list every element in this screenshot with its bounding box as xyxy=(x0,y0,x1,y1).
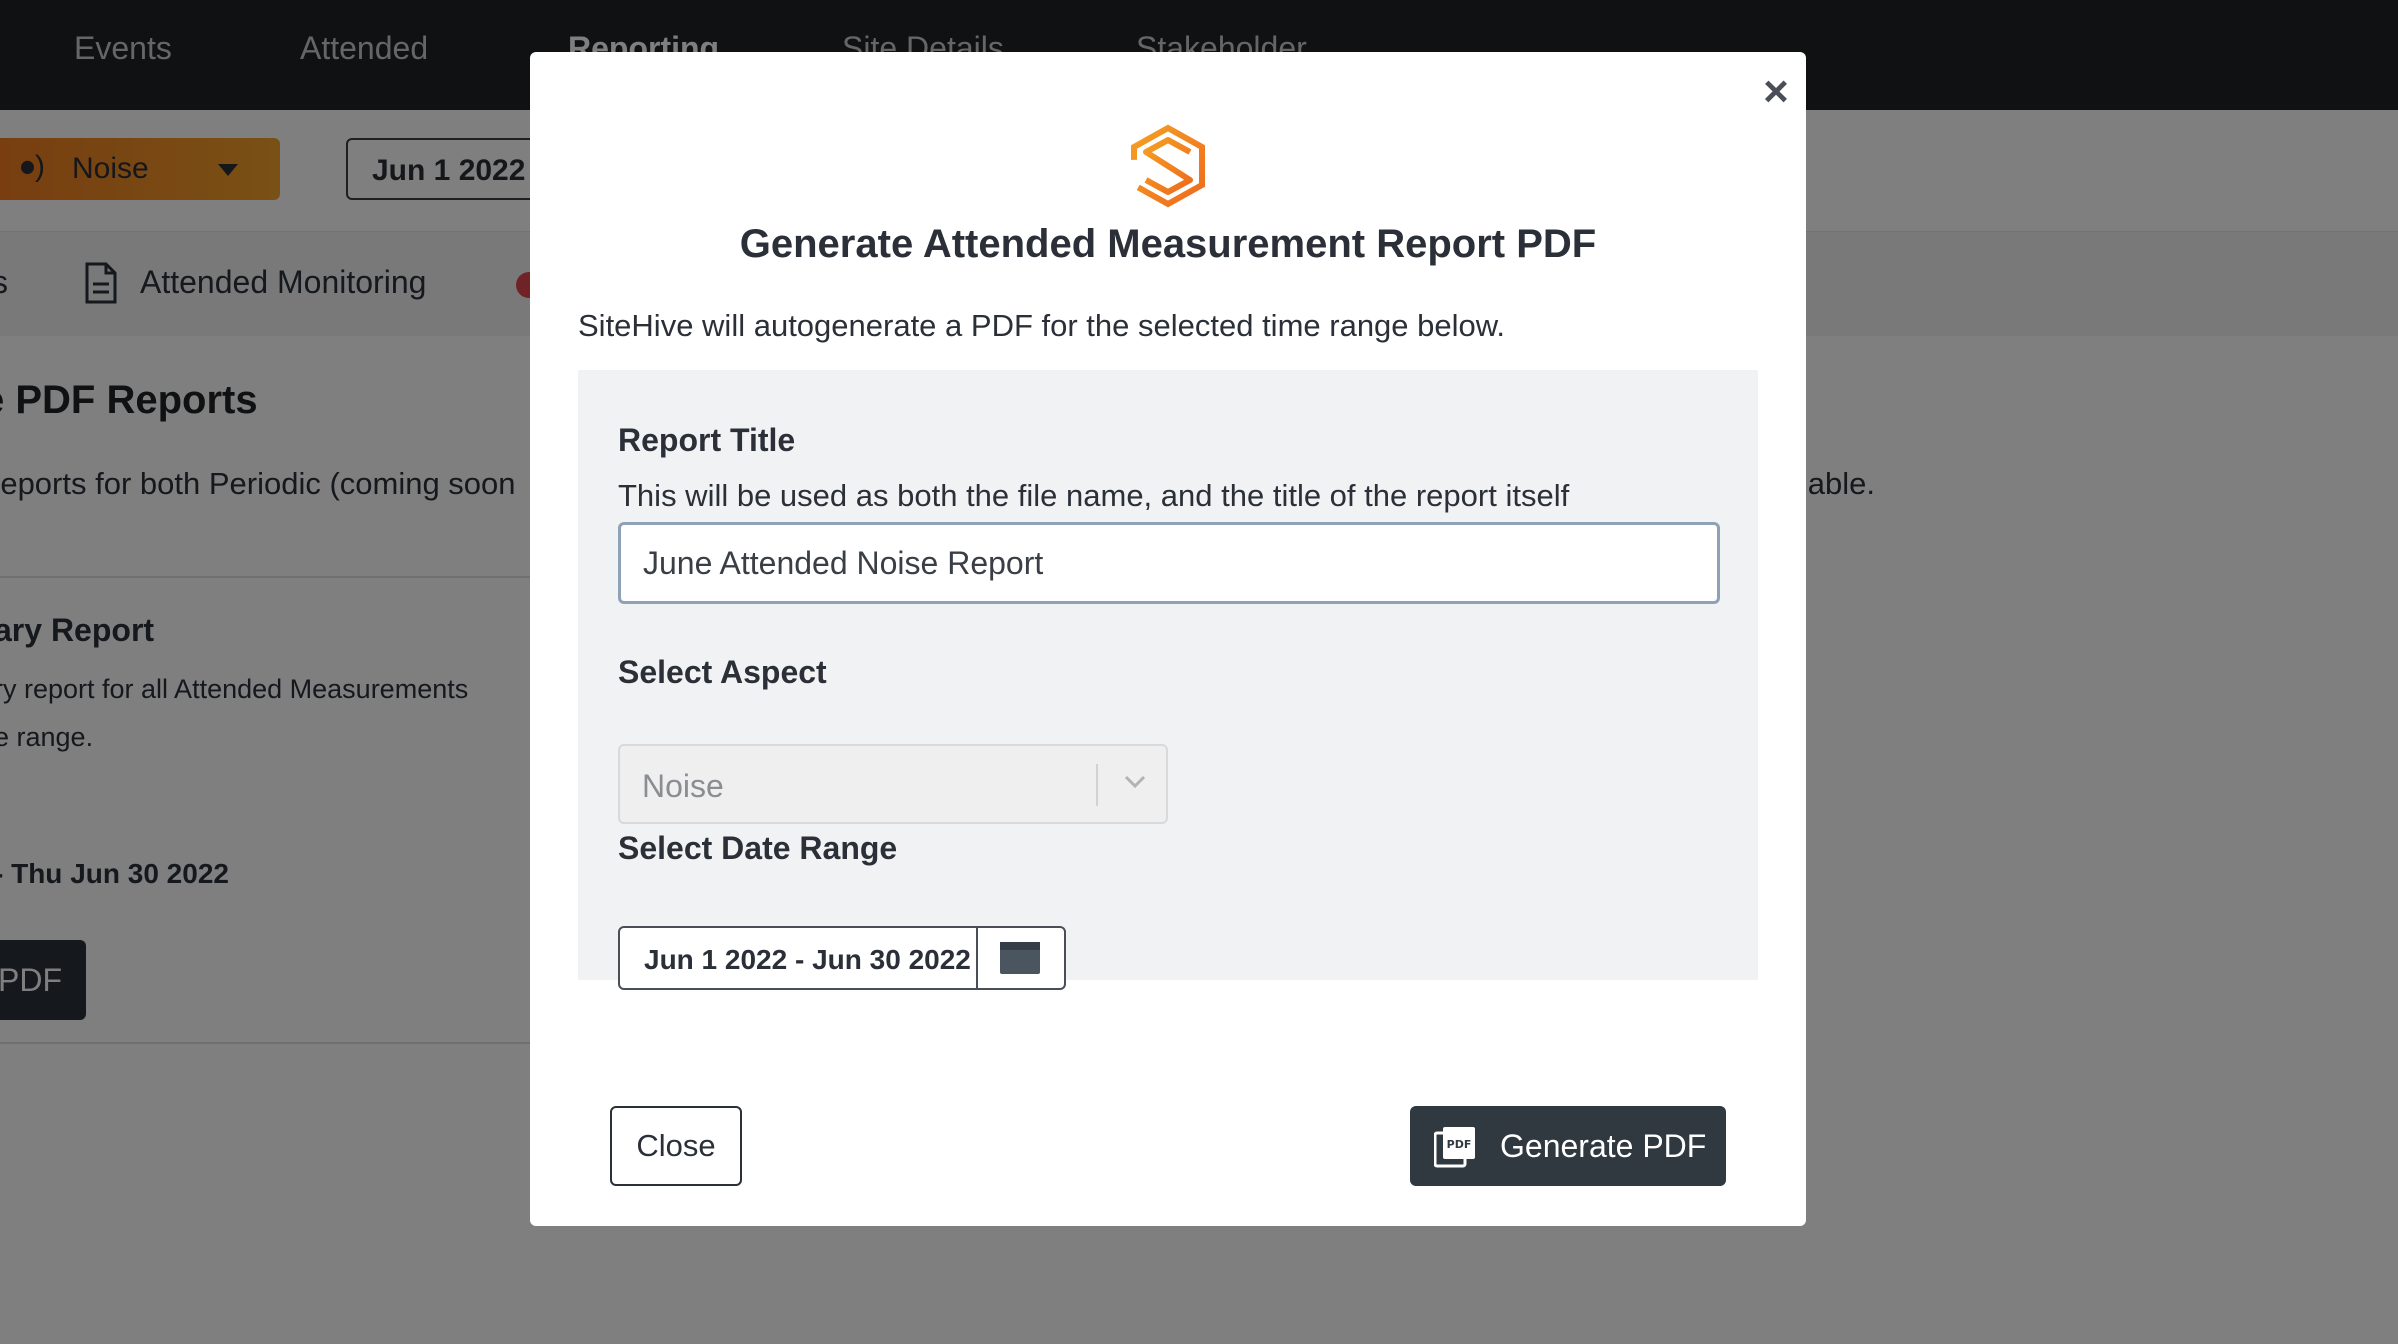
modal-intro-text: SiteHive will autogenerate a PDF for the… xyxy=(578,308,1506,343)
aspect-select[interactable]: Noise xyxy=(618,744,1168,824)
report-title-help: This will be used as both the file name,… xyxy=(618,478,1570,513)
calendar-button[interactable] xyxy=(976,928,1064,988)
date-range-value: Jun 1 2022 - Jun 30 2022 xyxy=(644,944,971,975)
generate-pdf-button[interactable]: PDF Generate PDF xyxy=(1410,1106,1726,1186)
modal-title: Generate Attended Measurement Report PDF xyxy=(739,222,1597,266)
report-form: Report Title This will be used as both t… xyxy=(578,370,1758,990)
chevron-down-icon xyxy=(1124,775,1146,789)
select-separator xyxy=(1096,764,1098,806)
generate-pdf-label: Generate PDF xyxy=(1500,1128,1707,1164)
sitehive-logo-icon xyxy=(1131,124,1205,208)
report-title-label: Report Title xyxy=(618,422,796,458)
date-range-label: Select Date Range xyxy=(618,830,898,866)
generate-report-modal: × Generate Attended Measurement Report P… xyxy=(530,52,1806,1226)
calendar-icon xyxy=(1000,942,1040,974)
svg-text:PDF: PDF xyxy=(1447,1138,1472,1151)
aspect-select-value: Noise xyxy=(642,768,724,804)
close-button[interactable]: Close xyxy=(610,1106,742,1186)
close-icon[interactable]: × xyxy=(1754,70,1798,114)
date-range-picker[interactable]: Jun 1 2022 - Jun 30 2022 xyxy=(618,926,1066,990)
pdf-icon: PDF xyxy=(1434,1127,1475,1168)
report-title-input[interactable] xyxy=(618,522,1720,604)
aspect-label: Select Aspect xyxy=(618,654,827,690)
